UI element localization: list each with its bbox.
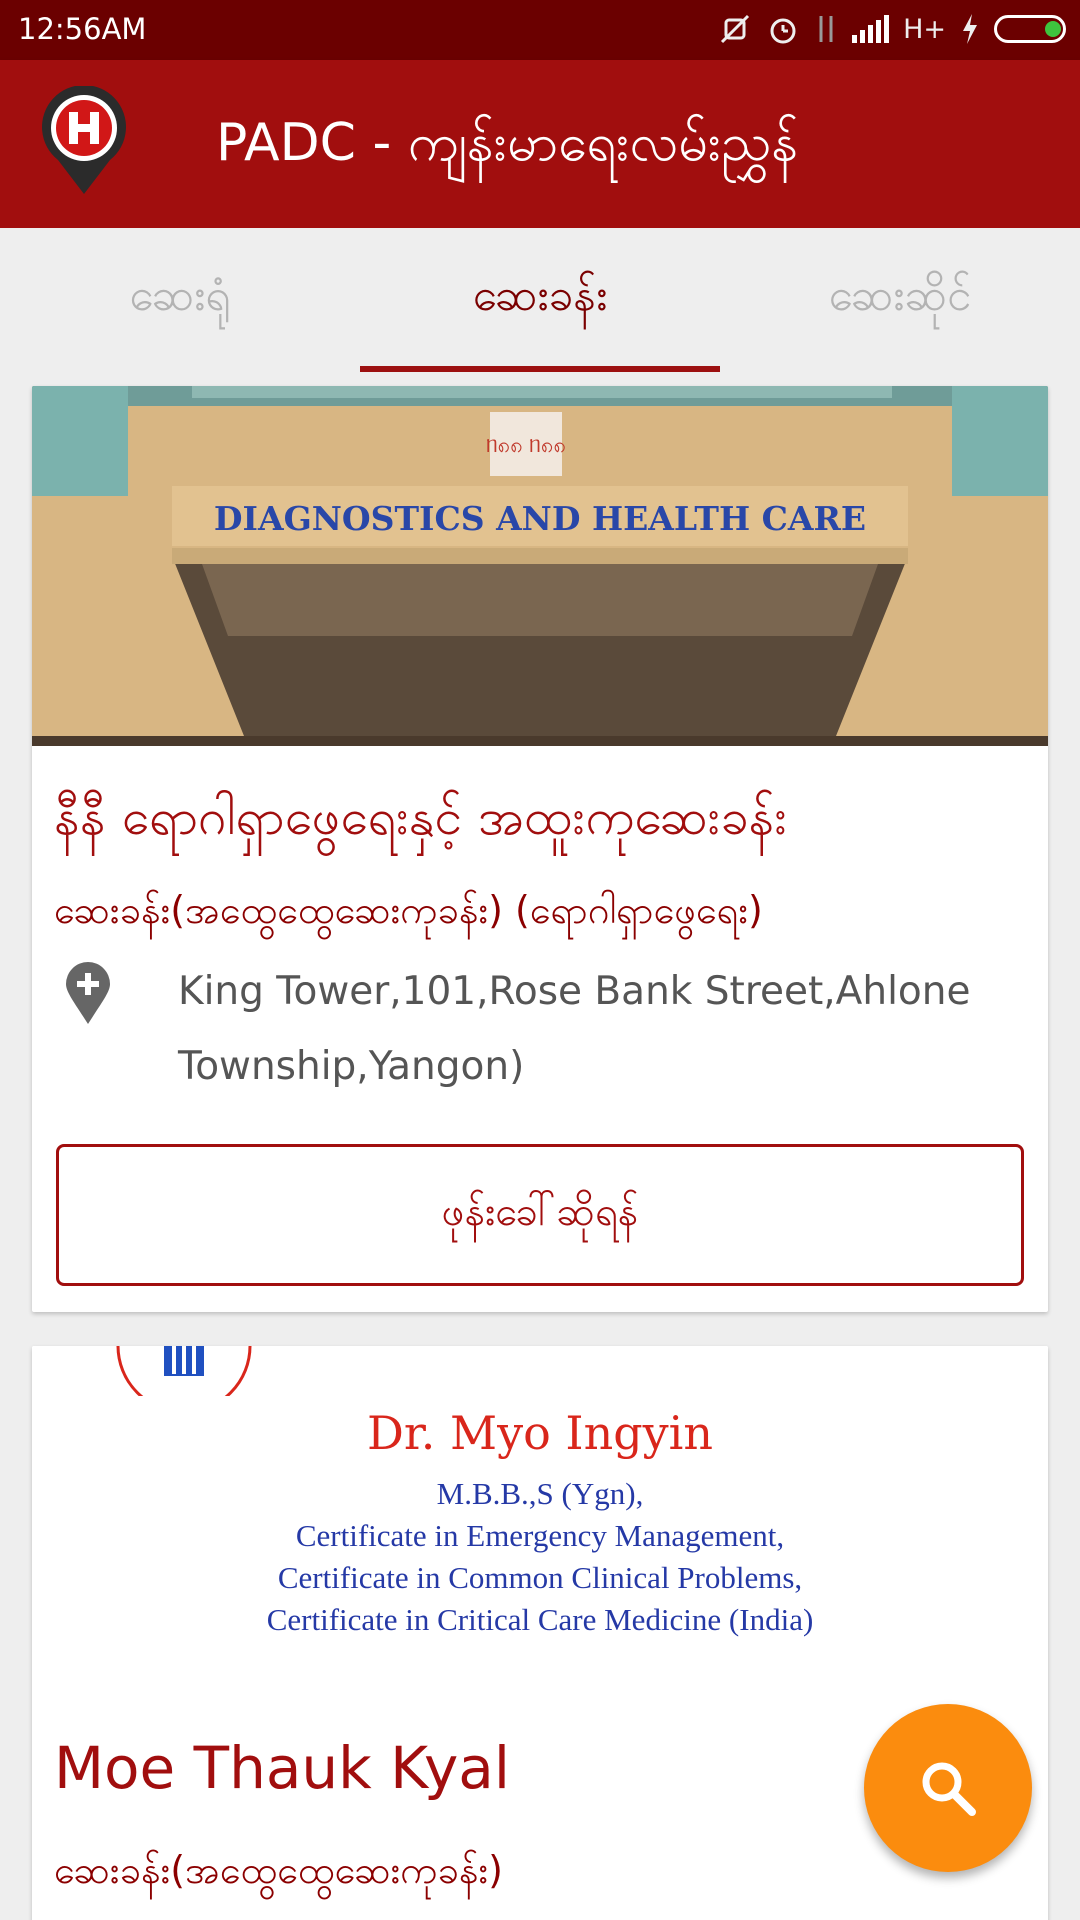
call-button[interactable]: ဖုန်းခေါ်ဆိုရန် [56,1144,1024,1286]
status-time: 12:56AM [18,12,147,46]
tab-pharmacy[interactable]: ဆေးဆိုင် [720,228,1080,372]
hospital-pin-logo [42,86,126,194]
charging-icon [960,10,980,48]
clinic-category: ဆေးခန်း(အထွေထွေဆေးကုခန်း) [54,1848,503,1892]
search-fab[interactable] [864,1704,1032,1872]
tab-bar: ဆေးရုံ ဆေးခန်း ဆေးဆိုင် [0,228,1080,372]
doctor-certificate-image: Dr. Myo Ingyin M.B.B.,S (Ygn), Certifica… [32,1346,1048,1676]
data-arrows-icon [814,10,838,48]
certificate-line: Certificate in Emergency Management, [295,1518,785,1553]
status-icons: H+ [718,10,1066,48]
tab-hospital[interactable]: ဆေးရုံ [0,228,360,372]
battery-icon [994,15,1066,43]
clinic-title[interactable]: နီနီ ရောဂါရှာဖွေရေးနှင့် အထူးကုဆေးခန်း [54,786,787,859]
app-bar: PADC - ကျန်းမာရေးလမ်းညွှန် [0,60,1080,228]
tab-clinic[interactable]: ဆေးခန်း [360,228,720,372]
clinic-category: ဆေးခန်း(အထွေထွေဆေးကုခန်း) (ရောဂါရှာဖွေရေ… [54,888,763,932]
network-type: H+ [903,13,946,45]
clinic-card[interactable]: ᥒ၈၈ ᥒ၈၈ DIAGNOSTICS AND HEALTH CARE နီနီ… [32,386,1048,1312]
clinic-title[interactable]: Moe Thauk Kyal [54,1734,510,1802]
address-row: King Tower,101,Rose Bank Street,Ahlone T… [54,962,1014,1102]
add-location-icon [66,962,110,1024]
search-icon [922,1762,976,1816]
app-title: PADC - ကျန်းမာရေးလမ်းညွှန် [216,113,799,173]
certificate-doctor-name: Dr. Myo Ingyin [366,1406,714,1460]
certificate-line: M.B.B.,S (Ygn), [436,1476,644,1511]
certificate-line: Certificate in Common Clinical Problems, [277,1560,803,1595]
clinic-address: King Tower,101,Rose Bank Street,Ahlone T… [178,969,971,1089]
badge-logo-icon [116,1346,252,1396]
mute-icon [718,10,752,48]
clinic-photo-sign: DIAGNOSTICS AND HEALTH CARE [214,499,866,538]
status-bar: 12:56AM H+ [0,0,1080,60]
signal-icon [852,15,890,43]
alarm-icon [766,10,800,48]
clinic-photo: ᥒ၈၈ ᥒ၈၈ DIAGNOSTICS AND HEALTH CARE [32,386,1048,746]
certificate-line: Certificate in Critical Care Medicine (I… [266,1602,814,1637]
clinic-photo-logo: ᥒ၈၈ ᥒ၈၈ [486,432,566,457]
